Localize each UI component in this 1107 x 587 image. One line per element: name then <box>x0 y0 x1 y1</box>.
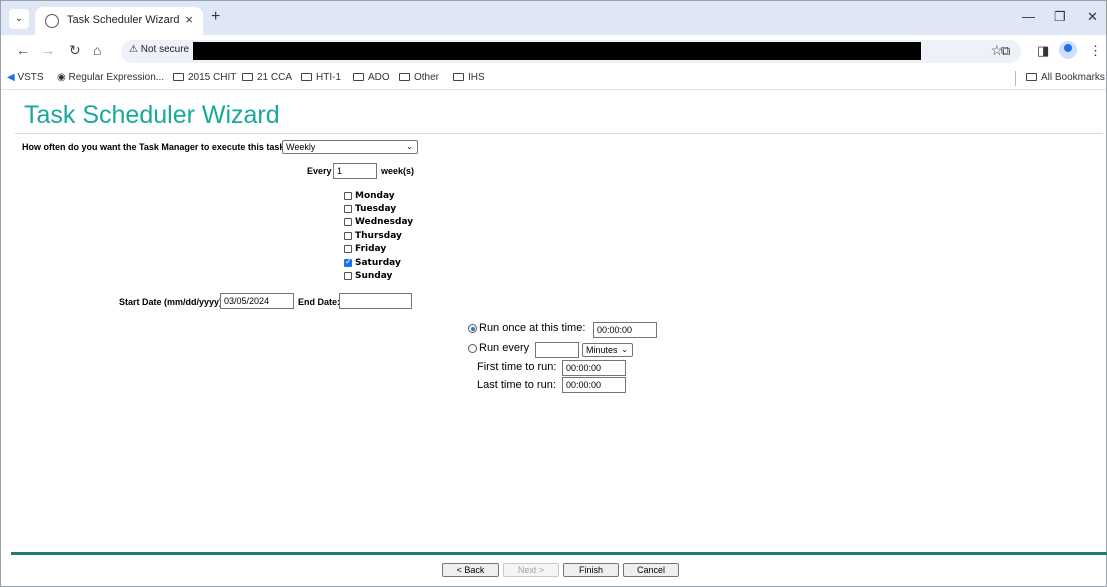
tuesday-checkbox[interactable] <box>344 205 352 213</box>
bookmark-folder-2015-chit[interactable]: 2015 CHIT <box>173 72 236 83</box>
footer-divider <box>11 552 1107 555</box>
frequency-label: How often do you want the Task Manager t… <box>22 142 290 152</box>
forward-arrow-icon[interactable]: → <box>41 42 55 58</box>
bookmark-folder-21-cca[interactable]: 21 CCA <box>242 72 292 83</box>
bookmarks-bar: ◀ VSTS ◉ Regular Expression... 2015 CHIT… <box>1 68 1106 90</box>
first-time-label: First time to run: <box>477 361 557 373</box>
new-tab-icon[interactable]: + <box>211 8 220 26</box>
sunday-label: Sunday <box>355 271 393 281</box>
tab-title: Task Scheduler Wizard <box>67 14 180 26</box>
wednesday-checkbox[interactable] <box>344 218 352 226</box>
bookmark-folder-ado[interactable]: ADO <box>353 72 390 83</box>
bookmark-regex[interactable]: ◉ Regular Expression... <box>57 72 164 83</box>
first-time-input[interactable]: 00:00:00 <box>562 360 626 376</box>
browser-window: ⌄ Task Scheduler Wizard × + — ❐ ✕ ← → ↻ … <box>0 0 1107 587</box>
next-button[interactable]: Next > <box>503 563 559 577</box>
friday-checkbox[interactable] <box>344 245 352 253</box>
saturday-label: Saturday <box>355 258 401 268</box>
tuesday-label: Tuesday <box>355 204 397 214</box>
last-time-input[interactable]: 00:00:00 <box>562 377 626 393</box>
chevron-down-icon: ⌄ <box>406 142 413 151</box>
not-secure-badge[interactable]: ⚠ Not secure <box>129 44 189 55</box>
saturday-checkbox[interactable] <box>344 257 352 267</box>
vsts-icon: ◀ <box>7 72 18 83</box>
end-date-input[interactable] <box>339 293 412 309</box>
extensions-icon[interactable]: ⧉ <box>1001 43 1010 59</box>
friday-label: Friday <box>355 244 387 254</box>
close-window-icon[interactable]: ✕ <box>1087 9 1098 25</box>
run-once-time-input[interactable]: 00:00:00 <box>593 322 657 338</box>
every-weeks-input[interactable]: 1 <box>333 163 377 179</box>
last-time-label: Last time to run: <box>477 379 556 391</box>
end-date-label: End Date: <box>298 297 341 307</box>
menu-icon[interactable]: ⋮ <box>1089 43 1102 59</box>
run-once-radio[interactable] <box>468 324 477 333</box>
close-tab-icon[interactable]: × <box>185 12 193 27</box>
browser-tab[interactable]: Task Scheduler Wizard × <box>35 7 203 35</box>
side-panel-icon[interactable]: ◨ <box>1037 43 1049 59</box>
monday-label: Monday <box>355 191 395 201</box>
wednesday-label: Wednesday <box>355 217 414 227</box>
minimize-icon[interactable]: — <box>1022 9 1035 24</box>
folder-icon <box>399 73 410 81</box>
bookmarks-divider <box>1015 71 1016 86</box>
run-every-unit-select[interactable]: Minutes ⌄ <box>582 343 633 357</box>
bookmark-folder-other[interactable]: Other <box>399 72 439 83</box>
globe-icon: ◉ <box>57 72 69 83</box>
tab-search-icon[interactable]: ⌄ <box>9 9 29 29</box>
browser-toolbar: ← → ↻ ⌂ ⚠ Not secure ☆ ⧉ ◨ ⋮ <box>1 35 1106 68</box>
start-date-input[interactable]: 03/05/2024 <box>220 293 294 309</box>
folder-icon <box>353 73 364 81</box>
back-button[interactable]: < Back <box>442 563 499 577</box>
back-arrow-icon[interactable]: ← <box>16 42 30 58</box>
folder-icon <box>173 73 184 81</box>
all-bookmarks-button[interactable]: All Bookmarks <box>1026 72 1105 83</box>
cancel-button[interactable]: Cancel <box>623 563 679 577</box>
sunday-checkbox[interactable] <box>344 272 352 280</box>
run-once-label: Run once at this time: <box>479 322 586 334</box>
folder-icon <box>301 73 312 81</box>
page-title: Task Scheduler Wizard <box>24 101 280 129</box>
globe-icon <box>45 14 59 28</box>
every-label: Every <box>307 166 332 176</box>
restore-icon[interactable]: ❐ <box>1054 9 1066 25</box>
bookmark-vsts[interactable]: ◀ VSTS <box>7 72 44 83</box>
folder-icon <box>242 73 253 81</box>
redacted-url <box>193 42 921 60</box>
bookmark-folder-ihs[interactable]: IHS <box>453 72 485 83</box>
bookmark-folder-hti-1[interactable]: HTI-1 <box>301 72 341 83</box>
title-divider <box>15 133 1103 134</box>
frequency-select[interactable]: Weekly ⌄ <box>282 140 418 154</box>
folder-icon <box>1026 73 1037 81</box>
profile-avatar-icon[interactable] <box>1059 41 1077 59</box>
thursday-label: Thursday <box>355 231 402 241</box>
thursday-checkbox[interactable] <box>344 232 352 240</box>
chevron-down-icon: ⌄ <box>621 345 628 354</box>
folder-icon <box>453 73 464 81</box>
run-every-radio[interactable] <box>468 344 477 353</box>
address-bar[interactable]: ⚠ Not secure ☆ <box>121 40 1021 63</box>
run-every-input[interactable] <box>535 342 579 358</box>
start-date-label: Start Date (mm/dd/yyyy): <box>119 297 226 307</box>
monday-checkbox[interactable] <box>344 192 352 200</box>
tab-strip: ⌄ Task Scheduler Wizard × + — ❐ ✕ <box>1 1 1106 35</box>
home-icon[interactable]: ⌂ <box>93 42 101 58</box>
run-every-label: Run every <box>479 342 530 354</box>
weeks-label: week(s) <box>381 166 415 176</box>
finish-button[interactable]: Finish <box>563 563 619 577</box>
reload-icon[interactable]: ↻ <box>69 42 81 59</box>
